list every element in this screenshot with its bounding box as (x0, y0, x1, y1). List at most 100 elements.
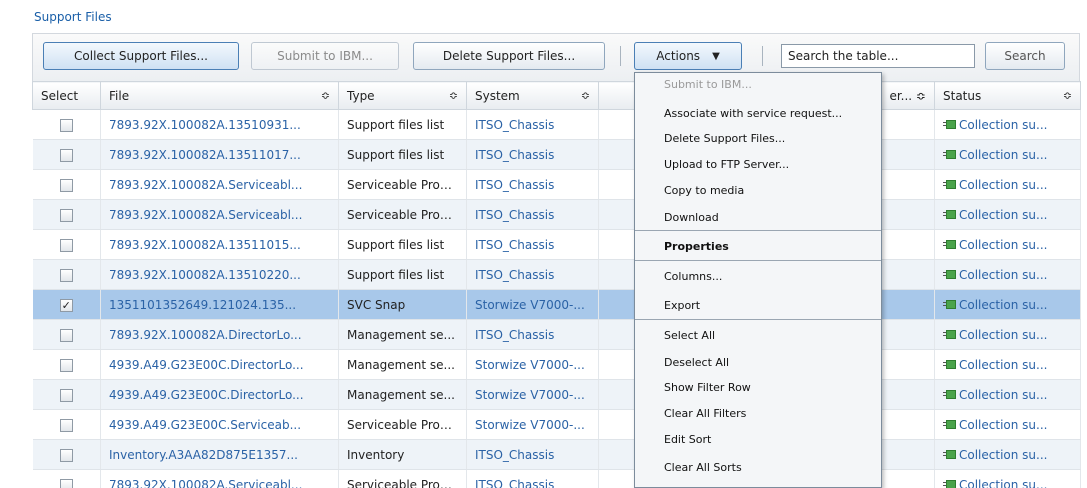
row-checkbox[interactable] (59, 448, 73, 462)
status-cell[interactable]: Collection su... (934, 139, 1081, 170)
table-row[interactable]: Inventory.A3AA82D875E1357... Inventory ITS… (32, 439, 1081, 470)
collect-support-files-button[interactable]: Collect Support Files... (43, 42, 239, 70)
status-cell[interactable]: Collection su... (934, 319, 1081, 350)
file-link[interactable]: 4939.A49.G23E00C.DirectorLo... (100, 349, 339, 380)
system-link[interactable]: ITSO_Chassis (466, 469, 599, 488)
table-row[interactable]: 4939.A49.G23E00C.DirectorLo... Management… (32, 349, 1081, 380)
sort-icon[interactable]: ≎ (321, 89, 330, 102)
system-link[interactable]: Storwize V7000-... (466, 379, 599, 410)
column-header-system[interactable]: System ≎ (466, 81, 599, 110)
submit-to-ibm-button[interactable]: Submit to IBM... (251, 42, 399, 70)
row-checkbox[interactable] (59, 418, 73, 432)
file-link[interactable]: 7893.92X.100082A.Serviceabl... (100, 199, 339, 230)
table-row[interactable]: ✓ 1351101352649.121024.135... SVC Snap Stor… (32, 289, 1081, 320)
menu-item-select-all[interactable]: Select All (635, 329, 881, 342)
row-checkbox[interactable]: ✓ (59, 298, 73, 312)
table-row[interactable]: 7893.92X.100082A.Serviceabl... Serviceabl… (32, 469, 1081, 488)
table-row[interactable]: 7893.92X.100082A.Serviceabl... Serviceabl… (32, 169, 1081, 200)
system-link[interactable]: ITSO_Chassis (466, 199, 599, 230)
delete-support-files-button[interactable]: Delete Support Files... (413, 42, 605, 70)
file-link[interactable]: 7893.92X.100082A.DirectorLo... (100, 319, 339, 350)
row-checkbox[interactable] (59, 118, 73, 132)
table-row[interactable]: 7893.92X.100082A.13511017... Support file… (32, 139, 1081, 170)
system-link[interactable]: Storwize V7000-... (466, 409, 599, 440)
menu-item-columns[interactable]: Columns... (635, 270, 881, 283)
system-link[interactable]: Storwize V7000-... (466, 349, 599, 380)
file-link[interactable]: 1351101352649.121024.135... (100, 289, 339, 320)
column-header-file[interactable]: File ≎ (100, 81, 339, 110)
select-cell (32, 109, 101, 140)
system-link[interactable]: ITSO_Chassis (466, 229, 599, 260)
search-input[interactable]: Search the table... (781, 44, 975, 68)
column-header-select[interactable]: Select (32, 81, 101, 110)
status-cell[interactable]: Collection su... (934, 409, 1081, 440)
status-cell[interactable]: Collection su... (934, 229, 1081, 260)
menu-item-delete-support-files[interactable]: Delete Support Files... (635, 132, 881, 145)
table-row[interactable]: 7893.92X.100082A.13511015... Support file… (32, 229, 1081, 260)
file-link[interactable]: 7893.92X.100082A.Serviceabl... (100, 169, 339, 200)
status-cell[interactable]: Collection su... (934, 169, 1081, 200)
type-cell: Support files list (338, 259, 467, 290)
table-row[interactable]: 4939.A49.G23E00C.Serviceab... Serviceable… (32, 409, 1081, 440)
status-cell[interactable]: Collection su... (934, 199, 1081, 230)
file-link[interactable]: 7893.92X.100082A.13510931... (100, 109, 339, 140)
column-header-status[interactable]: Status ≎ (934, 81, 1081, 110)
menu-item-clear-all-filters[interactable]: Clear All Filters (635, 407, 881, 420)
status-cell[interactable]: Collection su... (934, 289, 1081, 320)
menu-item-export[interactable]: Export (635, 299, 881, 312)
row-checkbox[interactable] (59, 148, 73, 162)
file-link[interactable]: Inventory.A3AA82D875E1357... (100, 439, 339, 470)
row-checkbox[interactable] (59, 178, 73, 192)
search-button[interactable]: Search (985, 42, 1065, 70)
file-link[interactable]: 7893.92X.100082A.13511017... (100, 139, 339, 170)
sort-icon[interactable]: ≎ (581, 89, 590, 102)
menu-item-clear-all-sorts[interactable]: Clear All Sorts (635, 461, 881, 474)
status-cell[interactable]: Collection su... (934, 349, 1081, 380)
menu-item-show-filter-row[interactable]: Show Filter Row (635, 381, 881, 394)
sort-icon[interactable]: ≎ (449, 89, 458, 102)
row-checkbox[interactable] (59, 268, 73, 282)
system-link[interactable]: Storwize V7000-... (466, 289, 599, 320)
table-row[interactable]: 7893.92X.100082A.13510220... Support file… (32, 259, 1081, 290)
row-checkbox[interactable] (59, 358, 73, 372)
row-checkbox[interactable] (59, 208, 73, 222)
status-cell[interactable]: Collection su... (934, 469, 1081, 488)
table-row[interactable]: 7893.92X.100082A.Serviceabl... Serviceabl… (32, 199, 1081, 230)
collection-success-icon (943, 389, 957, 400)
table-row[interactable]: 7893.92X.100082A.DirectorLo... Management… (32, 319, 1081, 350)
menu-item-download[interactable]: Download (635, 211, 881, 224)
row-checkbox[interactable] (59, 238, 73, 252)
file-link[interactable]: 7893.92X.100082A.13510220... (100, 259, 339, 290)
menu-item-upload-to-ftp-server[interactable]: Upload to FTP Server... (635, 158, 881, 171)
status-cell[interactable]: Collection su... (934, 439, 1081, 470)
system-link[interactable]: ITSO_Chassis (466, 139, 599, 170)
row-checkbox[interactable] (59, 328, 73, 342)
menu-item-deselect-all[interactable]: Deselect All (635, 356, 881, 369)
file-link[interactable]: 4939.A49.G23E00C.DirectorLo... (100, 379, 339, 410)
collection-success-icon (943, 179, 957, 190)
status-cell[interactable]: Collection su... (934, 379, 1081, 410)
table-row[interactable]: 4939.A49.G23E00C.DirectorLo... Management… (32, 379, 1081, 410)
file-link[interactable]: 7893.92X.100082A.Serviceabl... (100, 469, 339, 488)
menu-item-properties[interactable]: Properties (635, 240, 881, 253)
status-cell[interactable]: Collection su... (934, 109, 1081, 140)
table-row[interactable]: 7893.92X.100082A.13510931... Support file… (32, 109, 1081, 140)
status-cell[interactable]: Collection su... (934, 259, 1081, 290)
system-link[interactable]: ITSO_Chassis (466, 439, 599, 470)
file-link[interactable]: 7893.92X.100082A.13511015... (100, 229, 339, 260)
menu-item-copy-to-media[interactable]: Copy to media (635, 184, 881, 197)
file-link[interactable]: 4939.A49.G23E00C.Serviceab... (100, 409, 339, 440)
page-title[interactable]: Support Files (34, 10, 112, 24)
system-link[interactable]: ITSO_Chassis (466, 109, 599, 140)
system-link[interactable]: ITSO_Chassis (466, 259, 599, 290)
column-header-type[interactable]: Type ≎ (338, 81, 467, 110)
row-checkbox[interactable] (59, 478, 73, 488)
sort-icon[interactable]: ≎ (1063, 89, 1072, 102)
menu-item-associate-with-service-request[interactable]: Associate with service request... (635, 107, 881, 120)
system-link[interactable]: ITSO_Chassis (466, 319, 599, 350)
menu-item-edit-sort[interactable]: Edit Sort (635, 433, 881, 446)
system-link[interactable]: ITSO_Chassis (466, 169, 599, 200)
sort-icon[interactable]: ≎ (916, 89, 926, 103)
row-checkbox[interactable] (59, 388, 73, 402)
actions-button[interactable]: Actions ▼ (634, 42, 742, 70)
